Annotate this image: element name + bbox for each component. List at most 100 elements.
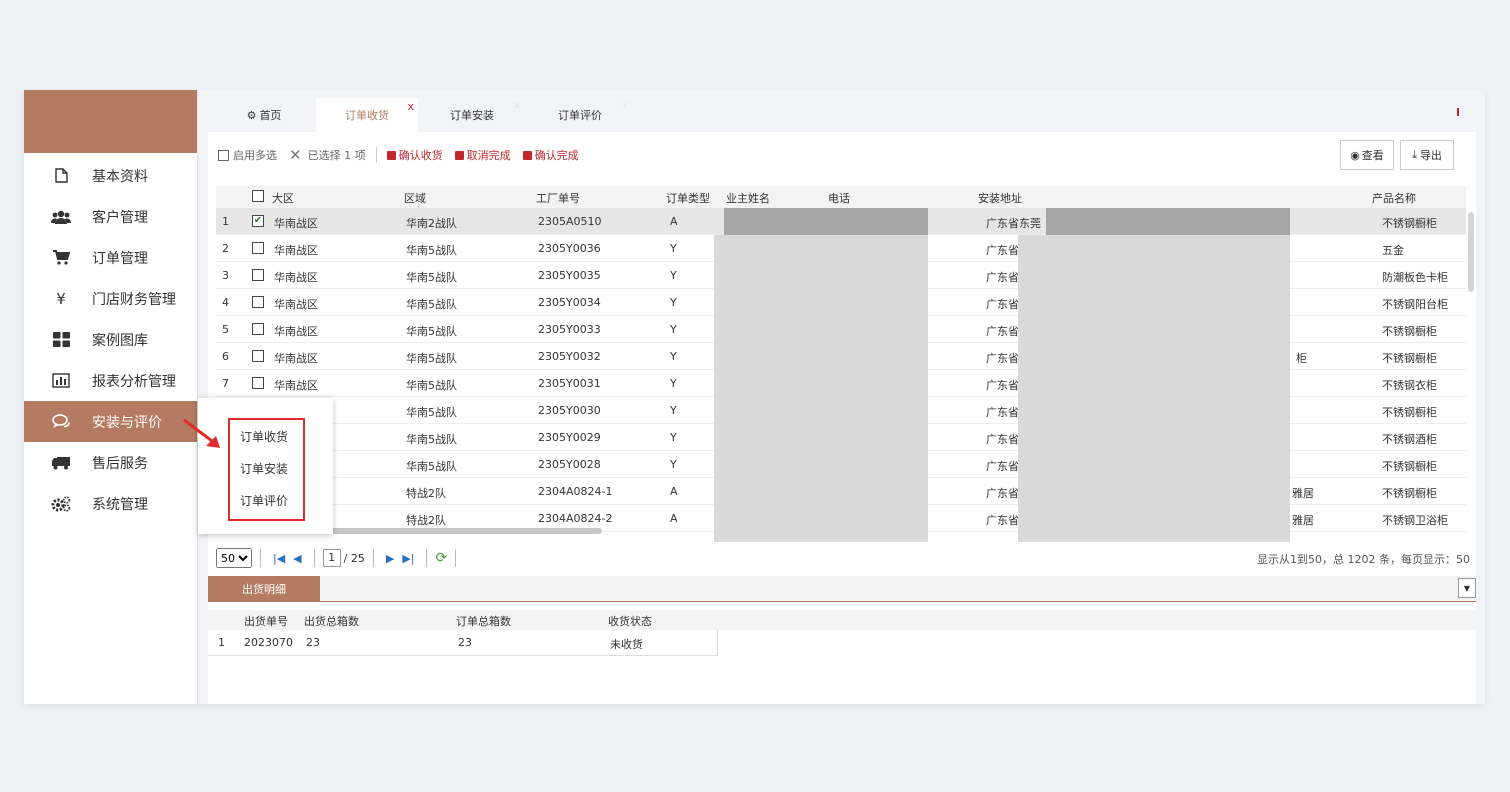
- cell-order: 2304A0824-2: [538, 512, 613, 525]
- cell-address: 广东省: [986, 460, 1019, 473]
- refresh-icon[interactable]: ⟳: [435, 550, 447, 566]
- submenu-item-order-install[interactable]: 订单安装: [240, 460, 288, 477]
- toolbar: 启用多选 ✕ 已选择 1 项 确认收货 取消完成 确认完成 ◉ 查看 ⤓ 导出: [208, 132, 1476, 178]
- tab-order-receive[interactable]: 订单收货 x: [316, 98, 418, 132]
- page-number-input[interactable]: 1: [322, 549, 341, 567]
- column-header[interactable]: 大区: [272, 190, 294, 206]
- close-icon[interactable]: x: [514, 100, 520, 111]
- table-row[interactable]: 1 2023070 23 23 未收货: [208, 630, 718, 656]
- submenu-item-order-receive[interactable]: 订单收货: [240, 428, 288, 445]
- column-header[interactable]: 业主姓名: [726, 190, 770, 206]
- cell-order: 2305A0510: [538, 215, 602, 228]
- chevron-down-icon[interactable]: ▼: [1458, 578, 1476, 598]
- cell-order: 2305Y0029: [538, 431, 601, 444]
- cancel-complete-button[interactable]: 取消完成: [454, 147, 511, 163]
- multi-select-checkbox[interactable]: [218, 149, 229, 161]
- sidebar-item-customers[interactable]: 客户管理: [24, 196, 197, 237]
- divider: [426, 549, 428, 567]
- cell-area: 华南5战队: [406, 460, 457, 473]
- confirm-complete-button[interactable]: 确认完成: [522, 147, 579, 163]
- sidebar-item-store-finance[interactable]: ¥ 门店财务管理: [24, 278, 197, 319]
- sidebar-item-reports[interactable]: 报表分析管理: [24, 360, 197, 401]
- vertical-scrollbar[interactable]: [1468, 212, 1474, 292]
- cell-product: 不锈钢橱柜: [1382, 406, 1437, 419]
- row-number: 5: [222, 323, 229, 336]
- close-icon[interactable]: ✕: [289, 146, 302, 164]
- next-page-icon[interactable]: ▶: [386, 552, 394, 565]
- bar-chart-icon: [50, 373, 72, 388]
- content-panel: 启用多选 ✕ 已选择 1 项 确认收货 取消完成 确认完成 ◉ 查看 ⤓ 导出 大区: [208, 132, 1476, 704]
- sidebar-item-after-sales[interactable]: 售后服务: [24, 442, 197, 483]
- cell-product: 不锈钢橱柜: [1382, 325, 1437, 338]
- row-checkbox[interactable]: [252, 377, 264, 389]
- cell-address: 广东省: [986, 298, 1019, 311]
- column-header[interactable]: 安装地址: [978, 190, 1022, 206]
- row-checkbox[interactable]: [252, 323, 264, 335]
- view-button[interactable]: ◉ 查看: [1340, 140, 1394, 170]
- cell-area: 华南5战队: [406, 325, 457, 338]
- last-page-icon[interactable]: ▶|: [402, 552, 414, 565]
- cell-area: 特战2队: [406, 487, 446, 500]
- cell-type: Y: [670, 350, 677, 363]
- row-checkbox[interactable]: [252, 242, 264, 254]
- column-header[interactable]: 产品名称: [1372, 190, 1416, 206]
- close-icon[interactable]: x: [407, 100, 414, 113]
- divider: [455, 549, 457, 567]
- tab-order-install[interactable]: 订单安装 x: [420, 98, 524, 132]
- column-header[interactable]: 收货状态: [608, 613, 652, 629]
- select-all-checkbox[interactable]: [252, 190, 264, 202]
- pagination-info: 显示从1到50，总 1202 条，每页显示：50: [1257, 553, 1470, 566]
- pointer-arrow-icon: [183, 418, 220, 448]
- cell-address-tail: 雅居: [1292, 514, 1314, 527]
- pagination-bar: 50 |◀ ◀ 1 / 25 ▶ ▶| ⟳ 显示从1到50，总 1202 条，每…: [208, 542, 1476, 574]
- column-header[interactable]: 订单类型: [666, 190, 710, 206]
- row-number: 1: [222, 215, 229, 228]
- column-header[interactable]: 工厂单号: [536, 190, 580, 206]
- cell-address: 广东省: [986, 271, 1019, 284]
- close-icon[interactable]: x: [622, 100, 628, 111]
- sidebar-item-label: 订单管理: [92, 250, 148, 267]
- cell-address: 广东省: [986, 244, 1019, 257]
- row-checkbox[interactable]: ✔: [252, 215, 264, 227]
- grid-header: 大区 区域 工厂单号 订单类型 业主姓名 电话 安装地址 产品名称: [216, 186, 1466, 208]
- first-page-icon[interactable]: |◀: [273, 552, 285, 565]
- sidebar-item-basic-info[interactable]: 基本资料: [24, 155, 197, 196]
- sidebar-item-case-gallery[interactable]: 案例图库: [24, 319, 197, 360]
- tab-scroll-marker: [1457, 108, 1459, 116]
- cell-type: Y: [670, 269, 677, 282]
- cell-area: 华南5战队: [406, 352, 457, 365]
- row-checkbox[interactable]: [252, 296, 264, 308]
- prev-page-icon[interactable]: ◀: [293, 552, 301, 565]
- multi-select-label: 启用多选: [233, 149, 277, 162]
- export-button[interactable]: ⤓ 导出: [1400, 140, 1454, 170]
- divider: [260, 549, 261, 567]
- confirm-receive-button[interactable]: 确认收货: [386, 147, 443, 163]
- tab-home[interactable]: ⚙ 首页: [232, 98, 296, 132]
- submenu-item-order-review[interactable]: 订单评价: [240, 492, 288, 509]
- cell-address-tail: 柜: [1296, 352, 1307, 365]
- export-label: 导出: [1419, 149, 1442, 162]
- cell-region: 华南战区: [274, 271, 318, 284]
- sidebar-item-system[interactable]: 系统管理: [24, 483, 197, 524]
- column-header[interactable]: 电话: [828, 190, 850, 206]
- column-header[interactable]: 出货总箱数: [304, 613, 359, 629]
- cell-type: A: [670, 485, 678, 498]
- cell-status: 未收货: [610, 638, 643, 651]
- sidebar-item-orders[interactable]: 订单管理: [24, 237, 197, 278]
- cancel-complete-label: 取消完成: [466, 149, 511, 162]
- column-header[interactable]: 订单总箱数: [456, 613, 511, 629]
- cell-order: 2305Y0035: [538, 269, 601, 282]
- row-checkbox[interactable]: [252, 269, 264, 281]
- column-header[interactable]: 区域: [404, 190, 426, 206]
- sidebar-item-install-review[interactable]: 安装与评价: [24, 401, 197, 442]
- cell-product: 不锈钢橱柜: [1382, 460, 1437, 473]
- row-number: 1: [218, 636, 225, 649]
- column-header[interactable]: 出货单号: [244, 613, 288, 629]
- row-checkbox[interactable]: [252, 350, 264, 362]
- tab-label: 订单收货: [345, 109, 389, 122]
- tab-shipment-detail[interactable]: 出货明细: [208, 576, 320, 602]
- cell-area: 华南5战队: [406, 271, 457, 284]
- tab-order-review[interactable]: 订单评价 x: [528, 98, 632, 132]
- cell-address: 广东省: [986, 514, 1019, 527]
- page-size-select[interactable]: 50: [216, 548, 252, 568]
